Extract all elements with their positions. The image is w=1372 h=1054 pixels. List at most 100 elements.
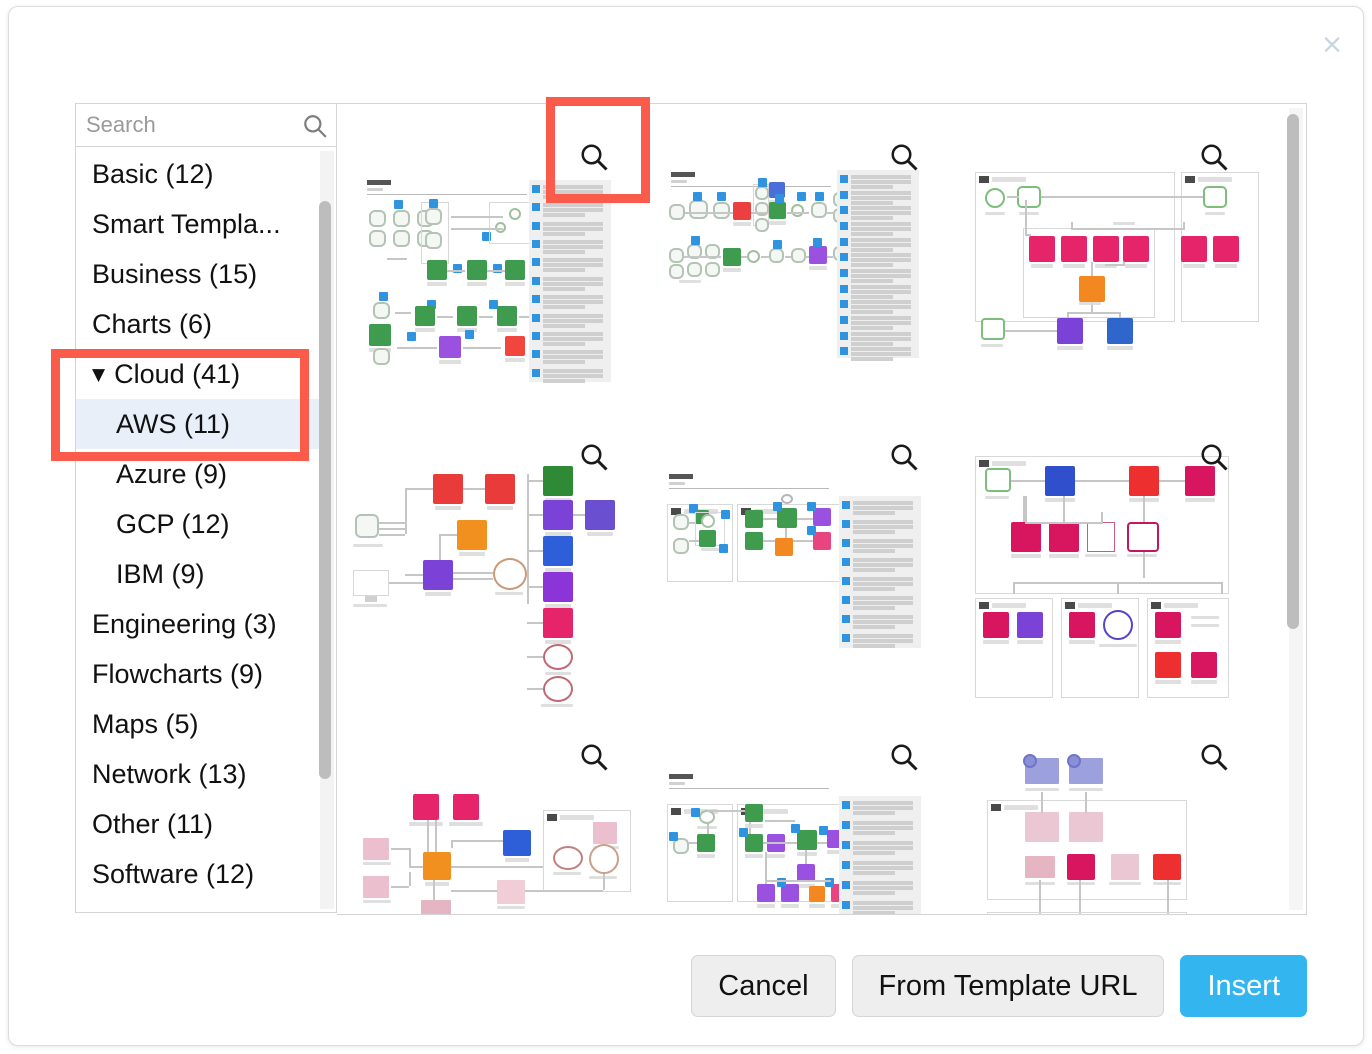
diagram-grey-icon — [373, 348, 390, 365]
template-thumbnail[interactable] — [657, 408, 957, 708]
diagram-node-label — [427, 282, 447, 286]
sidebar-item-smart-templa[interactable]: Smart Templa... — [76, 199, 322, 249]
sidebar-item-flowcharts-9[interactable]: Flowcharts (9) — [76, 649, 322, 699]
diagram-node — [745, 804, 763, 822]
sidebar-item-business-15[interactable]: Business (15) — [76, 249, 322, 299]
template-thumbnail[interactable] — [347, 108, 647, 408]
magnifier-icon[interactable] — [579, 142, 609, 172]
template-thumbnail[interactable] — [657, 708, 957, 915]
diagram-note-line — [853, 544, 913, 548]
sidebar-item-tables-4[interactable]: Tables (4) — [76, 899, 322, 913]
diagram-label — [353, 544, 383, 547]
sidebar-item-charts-6[interactable]: Charts (6) — [76, 299, 322, 349]
template-thumbnail[interactable] — [347, 708, 647, 915]
magnifier-icon[interactable] — [889, 742, 919, 772]
diagram-label — [1085, 554, 1117, 557]
diagram-node-label — [1215, 264, 1237, 268]
diagram-connector — [451, 866, 543, 868]
diagram-connector — [387, 258, 407, 260]
chevron-down-icon[interactable]: ▼ — [92, 350, 105, 400]
diagram-connector — [785, 528, 787, 538]
diagram-note-line — [853, 582, 913, 586]
template-thumbnail[interactable] — [967, 708, 1267, 915]
sidebar-item-azure-9[interactable]: Azure (9) — [76, 449, 322, 499]
sidebar-item-basic-12[interactable]: Basic (12) — [76, 149, 322, 199]
diagram-notes-panel — [839, 496, 921, 648]
diagram-node — [365, 596, 377, 602]
diagram-note-line — [851, 269, 911, 273]
diagram-note-line — [543, 337, 603, 341]
sidebar-item-ibm-9[interactable]: IBM (9) — [76, 549, 322, 599]
diagram-note-line — [851, 248, 893, 252]
template-thumbnail[interactable] — [657, 108, 957, 408]
diagram-connector — [527, 550, 543, 552]
sidebar-item-aws-11[interactable]: AWS (11) — [76, 399, 322, 449]
diagram-connector — [463, 347, 501, 349]
diagram-connector — [1005, 330, 1057, 332]
magnifier-icon[interactable] — [1199, 142, 1229, 172]
template-preview — [347, 452, 647, 702]
diagram-node — [757, 884, 775, 902]
diagram-label — [1109, 882, 1141, 885]
diagram-note-marker — [842, 558, 850, 566]
diagram-frame-tab — [1065, 602, 1075, 609]
template-grid-pane — [337, 103, 1307, 915]
magnifier-icon[interactable] — [579, 442, 609, 472]
diagram-note-line — [851, 263, 893, 267]
cancel-button[interactable]: Cancel — [691, 955, 835, 1017]
diagram-note-line — [853, 587, 895, 591]
sidebar-item-engineering-3[interactable]: Engineering (3) — [76, 599, 322, 649]
magnifier-icon[interactable] — [1199, 442, 1229, 472]
diagram-label — [1067, 882, 1095, 885]
diagram-label — [353, 604, 387, 607]
diagram-connector — [463, 488, 485, 490]
sidebar-item-gcp-12[interactable]: GCP (12) — [76, 499, 322, 549]
diagram-note-marker — [842, 861, 850, 869]
diagram-note-line — [853, 886, 913, 890]
diagram-connector — [1105, 264, 1123, 266]
diagram-note-line — [853, 511, 895, 515]
sidebar-item-other-11[interactable]: Other (11) — [76, 799, 322, 849]
diagram-connector — [1039, 880, 1041, 915]
sidebar-scrollbar-thumb[interactable] — [319, 201, 331, 779]
diagram-node — [1129, 466, 1159, 496]
diagram-connector — [1117, 582, 1119, 594]
diagram-connector — [395, 312, 411, 314]
diagram-connector — [397, 347, 437, 349]
diagram-note-line — [543, 258, 603, 262]
diagram-note-line — [851, 232, 893, 236]
diagram-node-label — [983, 640, 1009, 644]
grid-scrollbar-thumb[interactable] — [1287, 114, 1299, 629]
diagram-note-line — [853, 615, 913, 619]
search-input[interactable] — [76, 104, 302, 146]
template-preview — [657, 752, 957, 915]
sidebar-item-label: Network (13) — [92, 759, 247, 789]
diagram-note-line — [851, 310, 893, 314]
diagram-node-label — [809, 266, 827, 270]
diagram-connector — [437, 316, 453, 318]
sidebar-item-label: AWS (11) — [116, 409, 230, 439]
template-thumbnail[interactable] — [967, 408, 1267, 708]
insert-button[interactable]: Insert — [1180, 955, 1307, 1017]
magnifier-icon[interactable] — [889, 442, 919, 472]
close-icon[interactable]: × — [1315, 27, 1349, 61]
sidebar-item-maps-5[interactable]: Maps (5) — [76, 699, 322, 749]
diagram-note-line — [851, 175, 911, 179]
template-thumbnail[interactable] — [967, 108, 1267, 408]
sidebar-item-software-12[interactable]: Software (12) — [76, 849, 322, 899]
diagram-notes-panel — [839, 796, 921, 915]
grid-scrollbar-track[interactable] — [1289, 108, 1303, 910]
magnifier-icon[interactable] — [1199, 742, 1229, 772]
diagram-connector — [765, 880, 831, 882]
diagram-note-line — [853, 620, 913, 624]
template-thumbnail[interactable] — [347, 408, 647, 708]
sidebar-item-cloud-41[interactable]: ▼Cloud (41) — [76, 349, 322, 399]
sidebar-scrollbar-track[interactable] — [320, 151, 334, 909]
from-template-url-button[interactable]: From Template URL — [852, 955, 1165, 1017]
magnifier-icon[interactable] — [889, 142, 919, 172]
sidebar-item-network-13[interactable]: Network (13) — [76, 749, 322, 799]
magnifier-icon[interactable] — [579, 742, 609, 772]
search-box[interactable] — [75, 103, 337, 147]
diagram-note-line — [851, 238, 911, 242]
diagram-note-line — [853, 841, 913, 845]
